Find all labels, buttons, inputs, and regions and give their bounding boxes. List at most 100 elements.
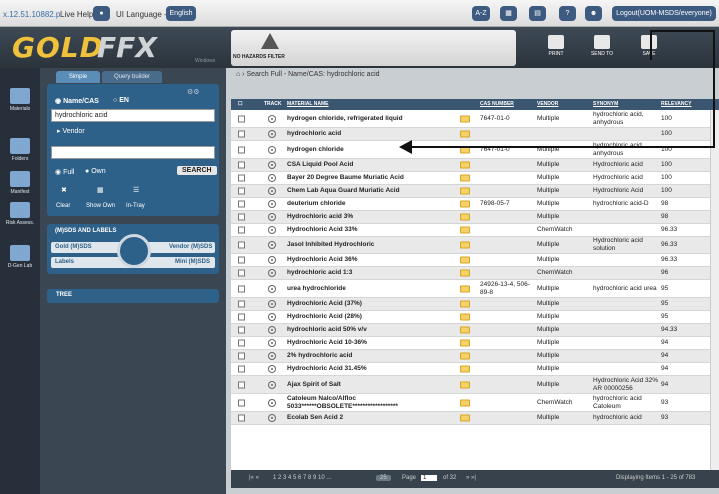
msds-tag-icon[interactable] — [460, 213, 470, 221]
track-icon[interactable] — [268, 269, 276, 277]
table-row[interactable]: CSA Liquid Pool Acid Multiple Hydrochloric… — [231, 159, 710, 172]
material-name[interactable]: Ecolab Sen Acid 2 — [287, 414, 457, 422]
track-icon[interactable] — [268, 213, 276, 221]
table-row[interactable]: hydrochloric acid 1:3 ChemWatch 96 — [231, 267, 710, 280]
sidebar-item-folders[interactable]: Folders — [0, 138, 40, 162]
track-icon[interactable] — [268, 256, 276, 264]
track-icon[interactable] — [268, 300, 276, 308]
tab-simple[interactable]: Simple — [56, 71, 100, 83]
material-name[interactable]: Hydrochloric Acid (37%) — [287, 300, 457, 308]
search-button[interactable]: SEARCH — [177, 166, 217, 175]
msds-tag-icon[interactable] — [460, 200, 470, 208]
show-own-icon[interactable]: ▦ — [97, 186, 104, 194]
clear-button[interactable]: Clear — [56, 203, 70, 209]
col-relevancy[interactable]: RELEVANCY — [661, 101, 691, 107]
home-icon[interactable]: ⌂ › — [236, 71, 245, 78]
track-icon[interactable] — [268, 284, 276, 293]
track-icon[interactable] — [268, 226, 276, 234]
table-row[interactable]: Chem Lab Aqua Guard Muriatic Acid Multipl… — [231, 185, 710, 198]
az-button[interactable]: A-Z — [472, 6, 490, 21]
track-icon[interactable] — [268, 313, 276, 321]
material-name[interactable]: urea hydrochloride — [287, 285, 457, 293]
table-row[interactable]: hydrochloric acid 100 — [231, 128, 710, 141]
material-name[interactable]: Hydrochloric Acid 36% — [287, 256, 457, 264]
row-checkbox[interactable] — [238, 146, 245, 153]
row-checkbox[interactable] — [238, 285, 245, 292]
page-size-select[interactable]: 25 — [376, 475, 391, 481]
select-all-checkbox[interactable]: ☐ — [238, 101, 242, 107]
gold-msds-option[interactable]: Gold (M)SDS — [55, 244, 92, 250]
row-checkbox[interactable] — [238, 414, 245, 422]
table-row[interactable]: Ajax Spirit of Salt Multiple Hydrochloric … — [231, 376, 710, 394]
row-checkbox[interactable] — [238, 381, 245, 388]
row-checkbox[interactable] — [238, 213, 245, 221]
document-icon[interactable]: ▤ — [529, 6, 546, 21]
row-checkbox[interactable] — [238, 339, 245, 347]
en-radio[interactable]: ○ EN — [113, 97, 129, 104]
row-checkbox[interactable] — [238, 313, 245, 321]
settings-icon[interactable]: ⚙⚙ — [187, 88, 200, 96]
page-numbers[interactable]: 1 2 3 4 5 6 7 8 9 10 ... — [273, 475, 331, 481]
col-vendor[interactable]: VENDOR — [537, 101, 558, 107]
msds-tag-icon[interactable] — [460, 326, 470, 334]
sidebar-item-dgen[interactable]: D-Gen Lab — [0, 245, 40, 269]
row-checkbox[interactable] — [238, 200, 245, 208]
tree-panel[interactable]: TREE — [47, 289, 219, 303]
search-input[interactable]: hydrochloric acid — [51, 109, 215, 122]
clear-icon[interactable]: ✖ — [61, 186, 67, 194]
row-checkbox[interactable] — [238, 241, 245, 249]
row-checkbox[interactable] — [238, 256, 245, 264]
material-name[interactable]: hydrochloric acid — [287, 130, 457, 138]
msds-tag-icon[interactable] — [460, 285, 470, 292]
table-row[interactable]: 2% hydrochloric acid Multiple 94 — [231, 350, 710, 363]
material-name[interactable]: Ajax Spirit of Salt — [287, 381, 457, 389]
track-icon[interactable] — [268, 130, 276, 138]
users-icon[interactable]: ☻ — [585, 6, 602, 21]
track-icon[interactable] — [268, 174, 276, 182]
sidebar-item-risk[interactable]: Risk Assess. — [0, 202, 40, 226]
table-row[interactable]: Hydrochloric Acid 33% ChemWatch 96.33 — [231, 224, 710, 237]
material-name[interactable]: Hydrochloric Acid 31.45% — [287, 365, 457, 373]
msds-tag-icon[interactable] — [460, 256, 470, 264]
logout-button[interactable]: Logout(UOM-MSDS/everyone) — [612, 6, 716, 21]
material-name[interactable]: hydrogen chloride, refrigerated liquid — [287, 115, 457, 123]
msds-tag-icon[interactable] — [460, 174, 470, 182]
msds-tag-icon[interactable] — [460, 414, 470, 422]
msds-tag-icon[interactable] — [460, 130, 470, 138]
col-track[interactable]: TRACK — [264, 101, 282, 107]
calendar-icon[interactable]: ▦ — [500, 6, 517, 21]
material-name[interactable]: deuterium chloride — [287, 200, 457, 208]
row-checkbox[interactable] — [238, 161, 245, 169]
track-icon[interactable] — [268, 339, 276, 347]
track-icon[interactable] — [268, 352, 276, 360]
msds-tag-icon[interactable] — [460, 381, 470, 388]
track-icon[interactable] — [268, 200, 276, 208]
chat-icon[interactable]: ● — [93, 6, 110, 21]
sidebar-item-manifest[interactable]: Manifest — [0, 171, 40, 195]
row-checkbox[interactable] — [238, 365, 245, 373]
language-select[interactable]: English — [166, 6, 196, 21]
material-name[interactable]: CSA Liquid Pool Acid — [287, 161, 457, 169]
track-icon[interactable] — [268, 161, 276, 169]
mini-msds-option[interactable]: Mini (M)SDS — [175, 259, 210, 265]
msds-tag-icon[interactable] — [460, 226, 470, 234]
name-cas-radio[interactable]: ◉ Name/CAS — [55, 97, 99, 105]
col-cas[interactable]: CAS NUMBER — [480, 101, 514, 107]
material-name[interactable]: hydrochloric acid 50% v/v — [287, 326, 457, 334]
track-icon[interactable] — [268, 365, 276, 373]
track-icon[interactable] — [268, 326, 276, 334]
track-icon[interactable] — [268, 187, 276, 195]
page-first-icon[interactable]: |« « — [249, 475, 259, 481]
track-icon[interactable] — [268, 145, 276, 154]
toggle-knob[interactable] — [117, 234, 151, 268]
msds-tag-icon[interactable] — [460, 241, 470, 249]
msds-tag-icon[interactable] — [460, 187, 470, 195]
msds-tag-icon[interactable] — [460, 269, 470, 277]
material-name[interactable]: Hydrochloric acid 3% — [287, 213, 457, 221]
msds-tag-icon[interactable] — [460, 161, 470, 169]
msds-tag-icon[interactable] — [460, 365, 470, 373]
table-row[interactable]: deuterium chloride 7698-05-7 Multiple hydro… — [231, 198, 710, 211]
full-radio[interactable]: ◉ Full — [55, 168, 74, 176]
row-checkbox[interactable] — [238, 326, 245, 334]
tab-query-builder[interactable]: Query builder — [102, 71, 162, 83]
